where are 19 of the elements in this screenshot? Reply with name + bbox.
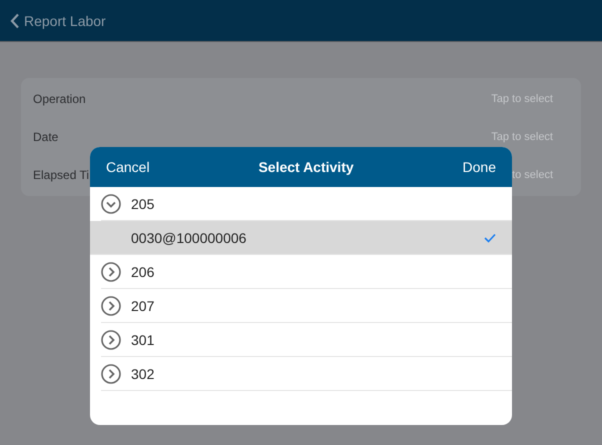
list-item[interactable]: 206 <box>101 255 512 289</box>
field-label: Date <box>33 130 58 144</box>
list-item[interactable]: 0030@100000006 <box>90 221 512 255</box>
field-label: Elapsed Ti <box>33 168 90 182</box>
chevron-right-circle-icon[interactable] <box>101 296 121 316</box>
list-item[interactable]: 207 <box>101 289 512 323</box>
dialog-title: Select Activity <box>258 159 354 175</box>
chevron-right-circle-icon[interactable] <box>101 364 121 384</box>
list-item[interactable]: 302 <box>101 357 512 391</box>
chevron-down-circle-icon[interactable] <box>101 194 121 214</box>
done-button[interactable]: Done <box>462 159 496 175</box>
chevron-right-circle-icon[interactable] <box>101 262 121 282</box>
field-label: Operation <box>33 92 86 106</box>
back-chevron-icon <box>10 12 20 28</box>
cancel-button[interactable]: Cancel <box>106 159 150 175</box>
list-item[interactable]: 301 <box>101 323 512 357</box>
checkmark-icon <box>484 232 496 242</box>
chevron-right-circle-icon[interactable] <box>101 330 121 350</box>
back-button[interactable]: Report Labor <box>10 12 106 28</box>
